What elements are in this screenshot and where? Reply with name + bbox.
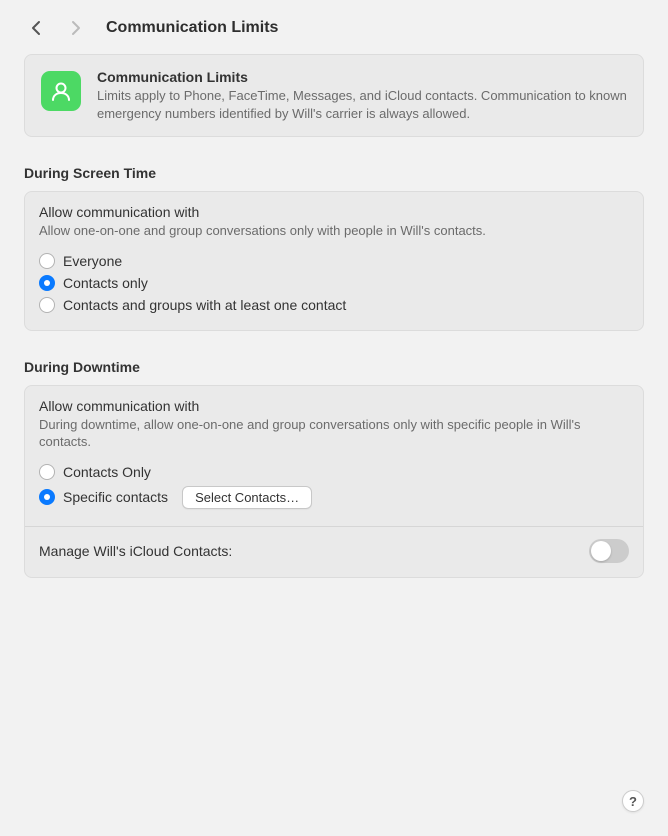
info-card: Communication Limits Limits apply to Pho… [24, 54, 644, 137]
communication-limits-icon [41, 71, 81, 111]
downtime-description: During downtime, allow one-on-one and gr… [39, 416, 629, 451]
divider [25, 526, 643, 527]
radio-row-downtime-contacts-only[interactable]: Contacts Only [39, 461, 629, 483]
radio-label: Everyone [63, 253, 122, 269]
radio-row-specific-contacts[interactable]: Specific contacts Select Contacts… [39, 483, 629, 512]
radio-row-everyone[interactable]: Everyone [39, 250, 629, 272]
radio-label: Contacts Only [63, 464, 151, 480]
radio-everyone[interactable] [39, 253, 55, 269]
select-contacts-button[interactable]: Select Contacts… [182, 486, 312, 509]
help-button[interactable]: ? [622, 790, 644, 812]
downtime-panel: Allow communication with During downtime… [24, 385, 644, 578]
page-title: Communication Limits [106, 19, 278, 37]
radio-specific-contacts[interactable] [39, 489, 55, 505]
chevron-left-icon [31, 20, 41, 36]
section-title-screentime: During Screen Time [24, 165, 644, 181]
radio-row-contacts-groups[interactable]: Contacts and groups with at least one co… [39, 294, 629, 316]
manage-icloud-row: Manage Will's iCloud Contacts: [39, 539, 629, 563]
chevron-right-icon [71, 20, 81, 36]
screentime-description: Allow one-on-one and group conversations… [39, 222, 629, 240]
forward-button[interactable] [60, 14, 92, 42]
radio-label: Specific contacts [63, 489, 168, 505]
radio-downtime-contacts-only[interactable] [39, 464, 55, 480]
info-card-title: Communication Limits [97, 69, 627, 85]
header: Communication Limits [0, 0, 668, 54]
section-title-downtime: During Downtime [24, 359, 644, 375]
downtime-subtitle: Allow communication with [39, 398, 629, 414]
radio-label: Contacts and groups with at least one co… [63, 297, 346, 313]
manage-icloud-label: Manage Will's iCloud Contacts: [39, 543, 232, 559]
info-card-description: Limits apply to Phone, FaceTime, Message… [97, 87, 627, 122]
screentime-panel: Allow communication with Allow one-on-on… [24, 191, 644, 331]
radio-contacts-groups[interactable] [39, 297, 55, 313]
back-button[interactable] [20, 14, 52, 42]
manage-icloud-toggle[interactable] [589, 539, 629, 563]
radio-row-contacts-only[interactable]: Contacts only [39, 272, 629, 294]
screentime-subtitle: Allow communication with [39, 204, 629, 220]
radio-contacts-only[interactable] [39, 275, 55, 291]
radio-label: Contacts only [63, 275, 148, 291]
